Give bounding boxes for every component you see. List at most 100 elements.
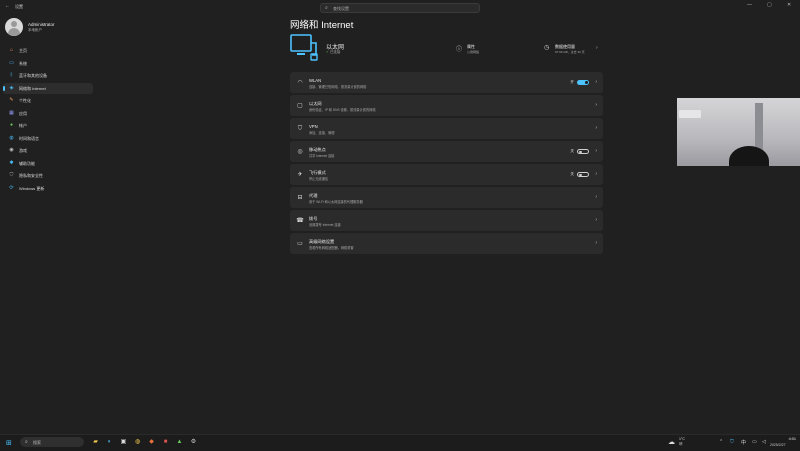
settings-card-4[interactable]: ✈ 飞行模式 停止无线通信关 › <box>290 164 603 185</box>
weather-cond: 晴 <box>679 442 683 446</box>
chevron-right-icon[interactable]: › <box>596 45 598 51</box>
terminal-icon[interactable]: ▲ <box>175 438 184 447</box>
user-role: 本地帐户 <box>28 28 42 32</box>
sidebar-item-4[interactable]: ✎ 个性化 <box>3 95 93 106</box>
account-icon: ● <box>9 122 14 128</box>
home-icon: ⌂ <box>9 47 14 53</box>
card-subtitle: 添加、连接、管理 <box>309 131 335 135</box>
card-subtitle: 连接、管理已知网络、按流量计费的网络 <box>309 85 367 89</box>
back-arrow-icon[interactable]: ← <box>5 3 10 9</box>
settings-card-3[interactable]: ◎ 移动热点 共享 Internet 连接关 › <box>290 141 603 162</box>
settings-card-7[interactable]: ▭ 高级网络设置 查看所有网络适配器，网络重置 › <box>290 233 603 254</box>
avatar[interactable] <box>5 18 23 36</box>
settings-card-6[interactable]: ☎ 拨号 设置拨号 Internet 连接 › <box>290 210 603 231</box>
chevron-right-icon[interactable]: › <box>595 102 597 108</box>
sidebar-item-8[interactable]: ◉ 游戏 <box>3 145 93 156</box>
minimize-icon[interactable]: — <box>747 2 752 8</box>
wifi-icon: ◠ <box>297 80 303 86</box>
settings-card-2[interactable]: ⛉ VPN 添加、连接、管理 › <box>290 118 603 139</box>
settings-card-1[interactable]: ▢ 以太网 身份验证、IP 和 DNS 设置、按流量计费的网络 › <box>290 95 603 116</box>
card-title: WLAN <box>309 78 322 83</box>
file-explorer-icon[interactable]: ▰ <box>91 438 100 447</box>
volume-icon[interactable]: ◁ <box>762 439 766 445</box>
card-subtitle: 停止无线通信 <box>309 177 329 181</box>
chevron-right-icon[interactable]: › <box>595 125 597 131</box>
system-icon: ▭ <box>9 59 14 66</box>
chrome-icon[interactable]: ◍ <box>133 438 142 447</box>
chevron-right-icon[interactable]: › <box>595 171 597 177</box>
chevron-right-icon[interactable]: › <box>595 79 597 85</box>
store-icon[interactable]: ▣ <box>119 438 128 447</box>
brush-icon: ✎ <box>9 97 14 103</box>
weather-icon[interactable]: ☁ <box>668 438 675 446</box>
taskbar-search[interactable]: ⌕ 搜索 <box>20 437 84 447</box>
sidebar-item-label: 网络和 Internet <box>19 85 46 91</box>
windows-start-icon[interactable]: ⊞ <box>6 439 12 447</box>
search-placeholder: 查找设置 <box>333 6 349 11</box>
user-name: Administrator <box>28 22 55 27</box>
sidebar-item-label: 系统 <box>19 60 27 66</box>
globe-icon: ◍ <box>9 134 14 141</box>
app-icon[interactable]: ◆ <box>147 438 156 447</box>
card-subtitle: 查看所有网络适配器，网络重置 <box>309 246 354 250</box>
clock-date[interactable]: 2025/2/27 <box>770 443 786 447</box>
page-title: 网络和 Internet <box>290 20 354 31</box>
toggle-switch[interactable] <box>577 80 589 85</box>
sidebar-item-11[interactable]: ⟳ Windows 更新 <box>3 183 93 194</box>
sidebar-item-6[interactable]: ● 帐户 <box>3 120 93 131</box>
sidebar-item-7[interactable]: ◍ 时间和语言 <box>3 133 93 144</box>
edge-icon[interactable]: ◐ <box>105 438 114 447</box>
sidebar-item-label: 游戏 <box>19 148 27 153</box>
sidebar-item-9[interactable]: ✱ 辅助功能 <box>3 158 93 169</box>
card-subtitle: 身份验证、IP 和 DNS 设置、按流量计费的网络 <box>309 108 376 112</box>
update-icon: ⟳ <box>9 184 14 191</box>
card-subtitle: 设置拨号 Internet 连接 <box>309 223 341 227</box>
language-icon[interactable]: 中 <box>741 439 746 446</box>
sidebar-item-3[interactable]: ◈ 网络和 Internet <box>3 82 93 94</box>
apps-icon: ▦ <box>9 109 14 116</box>
info-icon: ⓘ <box>456 47 463 53</box>
camera-overlay <box>677 98 800 166</box>
sidebar-item-1[interactable]: ▭ 系统 <box>3 58 93 69</box>
data-usage-sub: 97.99 GB，过去 30 天 <box>555 50 585 54</box>
clock-time[interactable]: 4:01 <box>778 437 796 441</box>
maximize-icon[interactable]: ▢ <box>767 2 772 8</box>
toggle-switch[interactable] <box>577 172 589 177</box>
toggle-switch[interactable] <box>577 149 589 154</box>
sidebar-item-label: 隐私和安全性 <box>19 173 43 178</box>
chevron-right-icon[interactable]: › <box>595 148 597 154</box>
sidebar-item-5[interactable]: ▦ 应用 <box>3 108 93 119</box>
ethernet-status: ✓ 已连接 <box>326 50 341 54</box>
settings-card-5[interactable]: ⊟ 代理 用于 Wi-Fi 和以太网连接的代理服务器 › <box>290 187 603 208</box>
toggle-state-label: 开 <box>570 80 574 84</box>
toggle-state-label: 关 <box>570 149 574 153</box>
shield-icon: ⛉ <box>9 172 14 178</box>
settings-icon[interactable]: ⚙ <box>189 438 198 447</box>
settings-card-0[interactable]: ◠ WLAN 连接、管理已知网络、按流量计费的网络 开 › <box>290 72 603 93</box>
sidebar-item-0[interactable]: ⌂ 主页 <box>3 45 93 56</box>
sidebar-item-label: 帐户 <box>19 123 27 128</box>
window-title: 设置 <box>15 4 23 9</box>
search-icon: ⌕ <box>325 5 328 11</box>
weather-temp: 1°C <box>679 437 685 441</box>
chevron-up-icon[interactable]: ⌃ <box>719 439 723 445</box>
airplane-icon: ✈ <box>297 172 303 178</box>
sidebar-item-2[interactable]: ᛒ 蓝牙和其他设备 <box>3 70 93 81</box>
bluetooth-icon: ᛒ <box>9 72 13 78</box>
sidebar-item-label: 个性化 <box>19 98 31 103</box>
connected-check-icon: ✓ <box>326 50 329 54</box>
defender-icon[interactable]: ⛉ <box>730 439 734 445</box>
active-indicator <box>3 85 5 91</box>
search-input[interactable]: ⌕ 查找设置 <box>320 3 480 13</box>
network-tray-icon[interactable]: ▭ <box>752 439 757 445</box>
chevron-right-icon[interactable]: › <box>595 217 597 223</box>
chevron-right-icon[interactable]: › <box>595 240 597 246</box>
chevron-right-icon[interactable]: › <box>595 194 597 200</box>
title-bar: ← 设置 ⌕ 查找设置 — ▢ ✕ <box>0 0 800 14</box>
sidebar-item-10[interactable]: ⛉ 隐私和安全性 <box>3 170 93 181</box>
ethernet-large-icon <box>290 34 318 61</box>
close-icon[interactable]: ✕ <box>787 2 791 8</box>
card-subtitle: 用于 Wi-Fi 和以太网连接的代理服务器 <box>309 200 363 204</box>
ethernet-icon: ▢ <box>297 103 303 109</box>
app2-icon[interactable]: ■ <box>161 438 170 447</box>
